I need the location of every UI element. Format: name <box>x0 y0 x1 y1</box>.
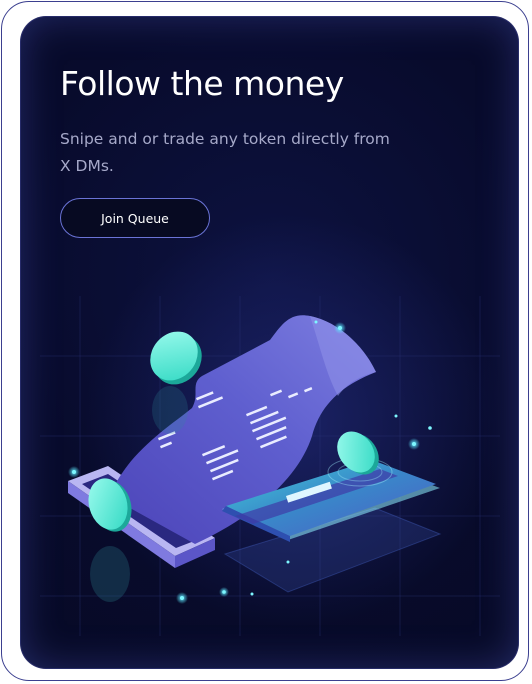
page-title: Follow the money <box>60 64 344 103</box>
outer-frame: Follow the money Snipe and or trade any … <box>1 1 529 681</box>
receipt-card-coins-illustration <box>40 296 500 636</box>
hero-subtitle: Snipe and or trade any token directly fr… <box>60 130 390 175</box>
hero-card: Follow the money Snipe and or trade any … <box>20 16 519 669</box>
join-queue-button[interactable]: Join Queue <box>60 198 210 238</box>
coin-left-reflection <box>90 546 130 602</box>
floating-coin-top-reflection <box>152 386 188 434</box>
